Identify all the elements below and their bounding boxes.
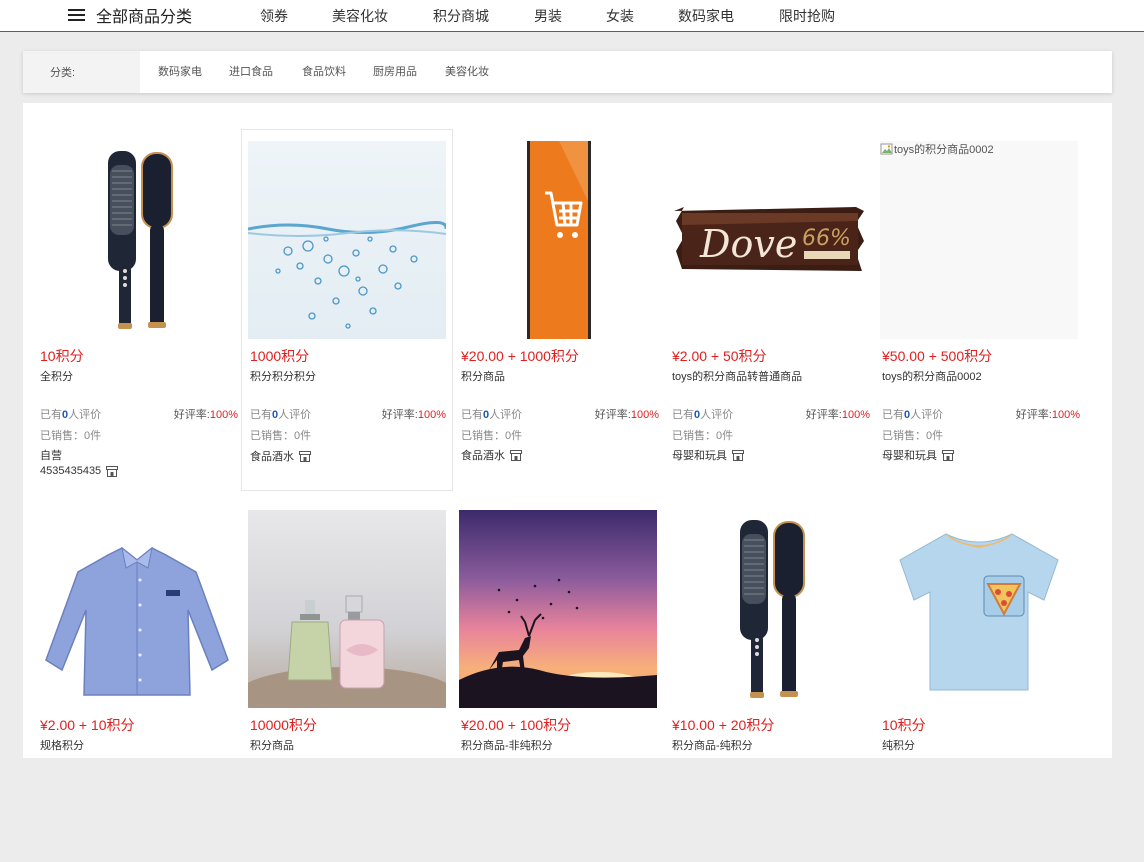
product-image-hair-straightener[interactable]	[670, 510, 868, 708]
product-card[interactable]: 10000积分 积分商品	[242, 500, 454, 862]
positive-rate: 好评率:100%	[805, 409, 870, 421]
positive-rate: 好评率:100%	[1015, 409, 1080, 421]
product-image-chocolate-bar[interactable]: Dove 66%	[670, 141, 868, 339]
sold-count: 已销售：0件	[250, 430, 312, 442]
review-count: 已有0人评价	[672, 409, 734, 421]
svg-text:Dove: Dove	[699, 222, 797, 266]
positive-rate: 好评率:100%	[381, 409, 446, 421]
product-price[interactable]: 10积分	[882, 715, 926, 735]
shop-name[interactable]: 自营	[40, 447, 62, 463]
product-name[interactable]: 积分商品	[250, 737, 294, 753]
store-icon[interactable]	[942, 449, 954, 461]
product-name[interactable]: toys的积分商品转普通商品	[672, 368, 802, 384]
all-categories-title[interactable]: 全部商品分类	[96, 3, 192, 27]
product-image-blue-shirt[interactable]	[38, 510, 236, 708]
product-name[interactable]: 纯积分	[882, 737, 915, 753]
product-name[interactable]: 全积分	[40, 368, 73, 384]
product-card[interactable]: 10积分 全积分 已有0人评价 好评率:100% 已销售：0件 自营 45354…	[32, 131, 244, 493]
product-price[interactable]: 1000积分	[250, 346, 309, 366]
product-image-orange-cart-banner[interactable]	[459, 141, 657, 339]
product-name[interactable]: 积分商品-纯积分	[672, 737, 753, 753]
broken-image-placeholder: toys的积分商品0002	[880, 141, 994, 157]
product-card[interactable]: 1000积分 积分积分积分 已有0人评价 好评率:100% 已销售：0件 食品酒…	[241, 129, 453, 491]
filter-category-kitchen[interactable]: 厨房用品	[373, 63, 417, 79]
product-image-water-splash[interactable]	[248, 141, 446, 339]
sold-count: 已销售：0件	[461, 430, 523, 442]
filter-label: 分类:	[50, 67, 76, 79]
product-image-perfume[interactable]	[248, 510, 446, 708]
nav-item-beauty[interactable]: 美容化妆	[332, 6, 388, 26]
review-count: 已有0人评价	[461, 409, 523, 421]
product-image-kids-tshirt[interactable]	[880, 510, 1078, 708]
svg-text:66%: 66%	[802, 226, 851, 251]
store-icon[interactable]	[732, 449, 744, 461]
product-card[interactable]: Dove 66% ¥2.00 + 50积分 toys的积分商品转普通商品 已有0…	[664, 131, 876, 493]
nav-item-flash-sale[interactable]: 限时抢购	[779, 6, 835, 26]
review-count: 已有0人评价	[40, 409, 102, 421]
product-image-sunset-deer[interactable]	[459, 510, 657, 708]
product-name[interactable]: 规格积分	[40, 737, 84, 753]
product-price[interactable]: ¥10.00 + 20积分	[672, 715, 774, 735]
product-name[interactable]: toys的积分商品0002	[882, 368, 982, 384]
hamburger-icon[interactable]	[68, 8, 85, 22]
broken-image-icon	[880, 143, 893, 155]
nav-item-electronics[interactable]: 数码家电	[678, 6, 734, 26]
top-nav-bar: 全部商品分类 领券 美容化妆 积分商城 男装 女装 数码家电 限时抢购	[0, 0, 1144, 32]
store-icon[interactable]	[299, 450, 311, 462]
product-price[interactable]: ¥20.00 + 100积分	[461, 715, 571, 735]
product-card[interactable]: ¥2.00 + 10积分 规格积分	[32, 500, 244, 862]
filter-label-box: 分类:	[23, 51, 140, 93]
product-name[interactable]: 积分积分积分	[250, 368, 316, 384]
nav-item-coupons[interactable]: 领券	[260, 6, 288, 26]
review-count: 已有0人评价	[882, 409, 944, 421]
product-price[interactable]: 10积分	[40, 346, 84, 366]
product-name[interactable]: 积分商品-非纯积分	[461, 737, 553, 753]
nav-item-points-mall[interactable]: 积分商城	[433, 6, 489, 26]
product-grid: 10积分 全积分 已有0人评价 好评率:100% 已销售：0件 自营 45354…	[23, 103, 1112, 758]
filter-category-food-drink[interactable]: 食品饮料	[302, 63, 346, 79]
all-categories-menu[interactable]: 全部商品分类	[68, 3, 192, 27]
product-price[interactable]: 10000积分	[250, 715, 317, 735]
product-card[interactable]: ¥20.00 + 100积分 积分商品-非纯积分	[453, 500, 665, 862]
product-price[interactable]: ¥2.00 + 50积分	[672, 346, 767, 366]
product-card[interactable]: 10积分 纯积分	[874, 500, 1086, 862]
nav-item-womenswear[interactable]: 女装	[606, 6, 634, 26]
sold-count: 已销售：0件	[672, 430, 734, 442]
sold-count: 已销售：0件	[882, 430, 944, 442]
nav-item-menswear[interactable]: 男装	[534, 6, 562, 26]
review-count: 已有0人评价	[250, 409, 312, 421]
product-image-hair-straightener[interactable]	[38, 141, 236, 339]
positive-rate: 好评率:100%	[594, 409, 659, 421]
sold-count: 已销售：0件	[40, 430, 102, 442]
product-image-broken[interactable]: toys的积分商品0002	[880, 141, 1078, 339]
product-price[interactable]: ¥20.00 + 1000积分	[461, 346, 579, 366]
shop-name[interactable]: 食品酒水	[250, 448, 311, 464]
store-icon[interactable]	[106, 465, 119, 477]
shop-id[interactable]: 4535435435	[40, 465, 119, 477]
product-card[interactable]: ¥10.00 + 20积分 积分商品-纯积分	[664, 500, 876, 862]
product-name[interactable]: 积分商品	[461, 368, 505, 384]
filter-category-electronics[interactable]: 数码家电	[158, 63, 202, 79]
shop-name[interactable]: 食品酒水	[461, 447, 522, 463]
product-card[interactable]: toys的积分商品0002 ¥50.00 + 500积分 toys的积分商品00…	[874, 131, 1086, 493]
filter-category-imported-food[interactable]: 进口食品	[229, 63, 273, 79]
product-price[interactable]: ¥2.00 + 10积分	[40, 715, 135, 735]
product-price[interactable]: ¥50.00 + 500积分	[882, 346, 992, 366]
category-filter-bar: 分类: 数码家电 进口食品 食品饮料 厨房用品 美容化妆	[23, 51, 1112, 93]
shop-name[interactable]: 母婴和玩具	[672, 447, 744, 463]
store-icon[interactable]	[510, 449, 522, 461]
shop-name[interactable]: 母婴和玩具	[882, 447, 954, 463]
product-card[interactable]: ¥20.00 + 1000积分 积分商品 已有0人评价 好评率:100% 已销售…	[453, 131, 665, 493]
filter-category-beauty[interactable]: 美容化妆	[445, 63, 489, 79]
positive-rate: 好评率:100%	[173, 409, 238, 421]
